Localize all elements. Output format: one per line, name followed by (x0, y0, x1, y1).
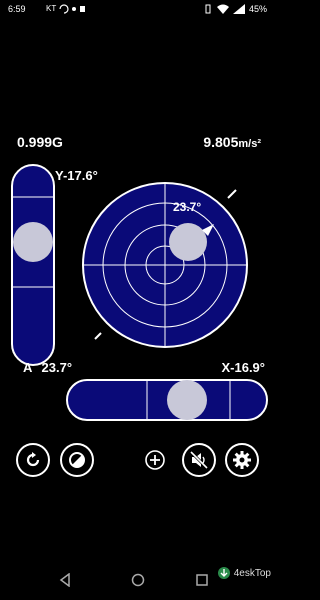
settings-button[interactable] (225, 443, 259, 477)
home-icon[interactable] (131, 573, 145, 587)
horizontal-level-tube (66, 379, 268, 421)
a-angle-label: A 23.7° (23, 360, 72, 375)
contrast-icon (69, 452, 85, 468)
watermark: 4eskTop (217, 566, 271, 580)
circular-level (82, 182, 248, 348)
a-angle-value: 23.7° (41, 360, 73, 375)
bubble-angle-label: 23.7° (173, 200, 202, 214)
rotate-icon (26, 452, 40, 467)
vertical-level-tube (11, 164, 55, 366)
level-display (11, 164, 268, 421)
a-label: A (23, 360, 32, 375)
horizontal-bubble (167, 380, 207, 420)
x-angle-label: X-16.9° (221, 360, 265, 375)
recents-icon[interactable] (195, 573, 209, 587)
vertical-bubble (13, 222, 53, 262)
sound-button[interactable] (182, 443, 216, 477)
back-icon[interactable] (58, 573, 72, 587)
calibrate-button[interactable] (16, 443, 50, 477)
add-button[interactable] (138, 443, 172, 477)
gear-icon (233, 451, 251, 469)
circular-bubble (169, 223, 207, 261)
plus-icon (145, 450, 165, 470)
watermark-logo-icon (217, 567, 230, 579)
mute-icon (189, 450, 209, 470)
watermark-text: 4eskTop (233, 567, 271, 579)
theme-button[interactable] (60, 443, 94, 477)
